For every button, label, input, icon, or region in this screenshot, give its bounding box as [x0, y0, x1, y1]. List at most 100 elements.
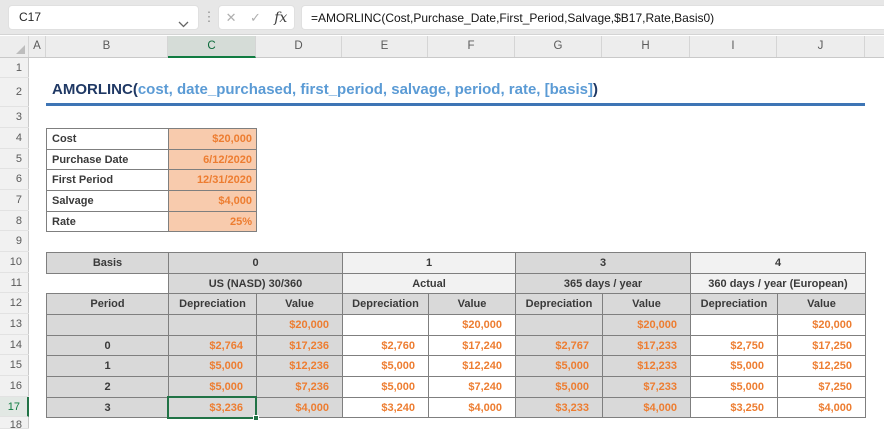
cell-dep[interactable]: $5,000: [169, 356, 257, 377]
cell-basis-3[interactable]: 3: [516, 253, 691, 274]
cell-value[interactable]: $20,000: [257, 315, 343, 336]
column-header-partial[interactable]: [865, 36, 884, 57]
cell-basis-1[interactable]: 1: [343, 253, 516, 274]
column-header-a[interactable]: A: [29, 36, 46, 57]
column-header-f[interactable]: F: [428, 36, 515, 57]
cell-dep[interactable]: [516, 315, 603, 336]
column-header-c-selected[interactable]: C: [168, 36, 256, 58]
row-header-7[interactable]: 7: [0, 190, 29, 211]
cell-val-label-0[interactable]: Value: [257, 294, 343, 315]
cell-value[interactable]: $17,240: [429, 336, 516, 356]
cell-period[interactable]: 2: [47, 377, 169, 398]
column-header-e[interactable]: E: [342, 36, 428, 57]
column-header-b[interactable]: B: [46, 36, 168, 57]
cell-param-value[interactable]: $20,000: [169, 129, 257, 150]
formula-input[interactable]: =AMORLINC(Cost,Purchase_Date,First_Perio…: [301, 5, 884, 30]
cell-empty[interactable]: [47, 274, 169, 294]
cell-param-value[interactable]: $4,000: [169, 191, 257, 212]
column-header-d[interactable]: D: [256, 36, 342, 57]
cell-dep-label-3[interactable]: Depreciation: [516, 294, 603, 315]
cell-value[interactable]: $7,236: [257, 377, 343, 398]
enter-icon[interactable]: ✓: [250, 10, 261, 26]
cell-dep[interactable]: $5,000: [516, 377, 603, 398]
cell-param-value[interactable]: 25%: [169, 212, 257, 232]
cell-val-label-4[interactable]: Value: [778, 294, 866, 315]
row-header-3[interactable]: 3: [0, 107, 29, 128]
cell-daycount-3[interactable]: 365 days / year: [516, 274, 691, 294]
cell-dep[interactable]: $5,000: [343, 377, 429, 398]
cell-value[interactable]: $20,000: [429, 315, 516, 336]
cell-dep[interactable]: $2,764: [169, 336, 257, 356]
row-header-12[interactable]: 12: [0, 293, 29, 314]
cell-value[interactable]: $12,250: [778, 356, 866, 377]
cell-dep-label-1[interactable]: Depreciation: [343, 294, 429, 315]
cell-basis-label[interactable]: Basis: [47, 253, 169, 274]
cell-dep[interactable]: $2,767: [516, 336, 603, 356]
cell-basis-4[interactable]: 4: [691, 253, 866, 274]
cell-param-label[interactable]: Rate: [47, 212, 169, 232]
cell-daycount-0[interactable]: US (NASD) 30/360: [169, 274, 343, 294]
cell-value[interactable]: $7,250: [778, 377, 866, 398]
cell-value[interactable]: $12,240: [429, 356, 516, 377]
column-header-j[interactable]: J: [777, 36, 865, 57]
cell-param-label[interactable]: Purchase Date: [47, 150, 169, 170]
cell-daycount-4[interactable]: 360 days / year (European): [691, 274, 866, 294]
column-header-g[interactable]: G: [515, 36, 602, 57]
cell-val-label-1[interactable]: Value: [429, 294, 516, 315]
cell-dep[interactable]: $5,000: [516, 356, 603, 377]
cell-basis-0[interactable]: 0: [169, 253, 343, 274]
cell-dep[interactable]: $2,760: [343, 336, 429, 356]
cell-param-label[interactable]: First Period: [47, 170, 169, 191]
row-header-5[interactable]: 5: [0, 149, 29, 169]
cell-dep[interactable]: $3,233: [516, 398, 603, 418]
row-header-11[interactable]: 11: [0, 273, 29, 293]
cell-dep[interactable]: $5,000: [691, 356, 778, 377]
cell-period-label[interactable]: Period: [47, 294, 169, 315]
cell-dep-label-0[interactable]: Depreciation: [169, 294, 257, 315]
cell-dep-label-4[interactable]: Depreciation: [691, 294, 778, 315]
row-header-16[interactable]: 16: [0, 376, 29, 397]
name-box[interactable]: C17: [8, 5, 199, 30]
row-header-15[interactable]: 15: [0, 355, 29, 376]
cell-value[interactable]: $4,000: [429, 398, 516, 418]
cell-dep[interactable]: $5,000: [343, 356, 429, 377]
row-header-14[interactable]: 14: [0, 335, 29, 355]
cell-period[interactable]: 3: [47, 398, 169, 418]
formula-bar-grip-icon[interactable]: ⋮: [202, 8, 216, 26]
cell-dep[interactable]: $5,000: [169, 377, 257, 398]
cell-value[interactable]: $4,000: [257, 398, 343, 418]
cell-value[interactable]: $20,000: [778, 315, 866, 336]
row-header-9[interactable]: 9: [0, 231, 29, 252]
row-header-2[interactable]: 2: [0, 78, 29, 107]
cell-param-label[interactable]: Cost: [47, 129, 169, 150]
cell-value[interactable]: $4,000: [778, 398, 866, 418]
row-header-4[interactable]: 4: [0, 128, 29, 149]
cell-value[interactable]: $17,250: [778, 336, 866, 356]
cell-period[interactable]: [47, 315, 169, 336]
row-header-6[interactable]: 6: [0, 169, 29, 190]
cell-dep[interactable]: [343, 315, 429, 336]
row-header-8[interactable]: 8: [0, 211, 29, 231]
cell-daycount-1[interactable]: Actual: [343, 274, 516, 294]
chevron-down-icon[interactable]: [178, 15, 189, 33]
cell-value[interactable]: $17,236: [257, 336, 343, 356]
cell-dep[interactable]: $3,250: [691, 398, 778, 418]
cell-value[interactable]: $4,000: [603, 398, 691, 418]
insert-function-icon[interactable]: fx: [274, 10, 287, 26]
cell-value[interactable]: $17,233: [603, 336, 691, 356]
cell-val-label-3[interactable]: Value: [603, 294, 691, 315]
cell-dep[interactable]: $3,240: [343, 398, 429, 418]
active-cell-selection[interactable]: [167, 396, 257, 419]
cell-param-value[interactable]: 12/31/2020: [169, 170, 257, 191]
cell-param-value[interactable]: 6/12/2020: [169, 150, 257, 170]
cell-period[interactable]: 0: [47, 336, 169, 356]
row-header-10[interactable]: 10: [0, 252, 29, 273]
cell-dep[interactable]: $2,750: [691, 336, 778, 356]
cell-value[interactable]: $12,233: [603, 356, 691, 377]
cell-dep[interactable]: $5,000: [691, 377, 778, 398]
fill-handle[interactable]: [253, 415, 259, 421]
cell-dep[interactable]: [169, 315, 257, 336]
cell-period[interactable]: 1: [47, 356, 169, 377]
row-header-13[interactable]: 13: [0, 314, 29, 335]
select-all-corner[interactable]: [0, 36, 29, 57]
